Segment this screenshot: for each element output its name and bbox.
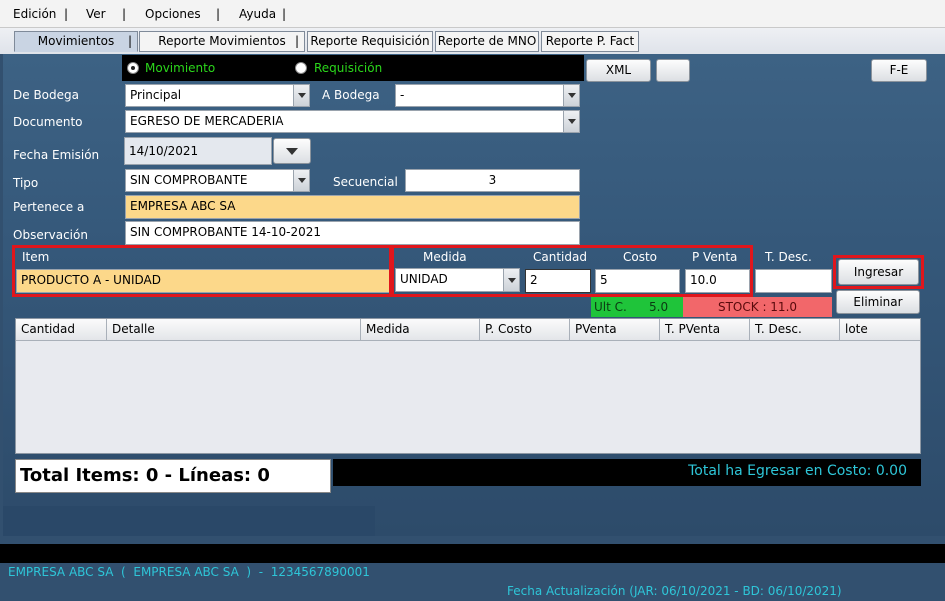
tab-separator: |: [127, 34, 132, 48]
tab-reporte-movimientos[interactable]: Reporte Movimientos |: [139, 31, 305, 52]
tab-reporte-p-fact[interactable]: Reporte P. Fact: [541, 31, 639, 52]
documento-select[interactable]: EGRESO DE MERCADERIA: [125, 110, 580, 133]
footer-strip: [3, 506, 375, 536]
column-header[interactable]: T. Desc.: [750, 319, 840, 341]
radio-requisicion[interactable]: [295, 62, 307, 74]
total-cost-label: Total ha Egresar en Costo: 0.00: [688, 463, 907, 479]
ult-costo-indicator: Ult C. 5.0: [591, 297, 683, 317]
radio-movimiento-label: Movimiento: [145, 61, 216, 75]
observacion-label: Observación: [13, 228, 88, 242]
documento-label: Documento: [13, 115, 83, 129]
documento-value: EGRESO DE MERCADERIA: [130, 114, 284, 128]
tab-separator: |: [294, 34, 299, 48]
tab-label: Reporte P. Fact: [545, 34, 635, 48]
radio-movimiento[interactable]: [127, 62, 139, 74]
stock-indicator: STOCK : 11.0: [683, 297, 832, 317]
secuencial-label: Secuencial: [333, 175, 398, 189]
column-header[interactable]: Cantidad: [16, 319, 107, 341]
secuencial-field[interactable]: 3: [405, 169, 580, 192]
tdesc-field[interactable]: [755, 269, 832, 293]
tab-bar: Movimientos | Reporte Movimientos | Repo…: [0, 28, 945, 54]
column-header[interactable]: T. PVenta: [660, 319, 750, 341]
a-bodega-value: -: [400, 88, 405, 102]
pertenece-field[interactable]: EMPRESA ABC SA: [125, 195, 580, 219]
tab-label: Movimientos: [37, 34, 115, 48]
de-bodega-value: Principal: [130, 88, 182, 102]
radio-requisicion-label: Requisición: [314, 61, 383, 75]
menu-ver[interactable]: Ver: [86, 7, 106, 21]
highlight-qty-box: [391, 245, 753, 297]
column-header[interactable]: Detalle: [107, 319, 361, 341]
total-cost-bar: Total ha Egresar en Costo: 0.00: [333, 459, 921, 486]
chevron-down-icon: [286, 147, 298, 155]
menu-separator: |: [216, 7, 221, 21]
menu-ayuda[interactable]: Ayuda: [239, 7, 276, 21]
highlight-item-box: [12, 245, 392, 297]
column-header[interactable]: PVenta: [570, 319, 660, 341]
menu-separator: |: [122, 7, 127, 21]
fecha-emision-label: Fecha Emisión: [13, 148, 100, 162]
tab-reporte-requisicion[interactable]: Reporte Requisición: [307, 31, 433, 52]
tab-reporte-mno[interactable]: Reporte de MNO: [435, 31, 539, 52]
menu-opciones[interactable]: Opciones: [145, 7, 201, 21]
pertenece-label: Pertenece a: [13, 200, 85, 214]
eliminar-button[interactable]: Eliminar: [836, 290, 920, 314]
tab-movimientos[interactable]: Movimientos |: [14, 31, 138, 52]
status-bar: EMPRESA ABC SA ( EMPRESA ABC SA ) - 1234…: [0, 544, 945, 598]
status-company: EMPRESA ABC SA ( EMPRESA ABC SA ) - 1234…: [8, 565, 370, 579]
de-bodega-select[interactable]: Principal: [125, 84, 310, 107]
blank-button[interactable]: [656, 59, 690, 82]
ult-c-value: 5.0: [649, 300, 669, 314]
tipo-label: Tipo: [13, 176, 39, 190]
fecha-emision-field[interactable]: 14/10/2021: [124, 137, 272, 165]
menu-bar: Edición | Ver | Opciones | Ayuda |: [0, 0, 945, 28]
menu-edicion[interactable]: Edición: [13, 7, 56, 21]
highlight-ingresar-box: [833, 255, 924, 289]
tab-label: Reporte Requisición: [310, 34, 430, 48]
chevron-down-icon[interactable]: [563, 111, 579, 132]
tipo-select[interactable]: SIN COMPROBANTE: [125, 169, 310, 192]
a-bodega-select[interactable]: -: [395, 84, 580, 107]
mode-radio-group: Movimiento Requisición: [122, 55, 584, 81]
chevron-down-icon[interactable]: [293, 170, 309, 191]
tab-label: Reporte Movimientos: [158, 34, 286, 48]
column-header[interactable]: P. Costo: [480, 319, 570, 341]
total-items-label: Total Items: 0 - Líneas: 0: [15, 459, 331, 493]
menu-separator: |: [282, 7, 287, 21]
date-picker-button[interactable]: [273, 138, 311, 164]
xml-button[interactable]: XML: [586, 59, 651, 82]
tab-label: Reporte de MNO: [437, 34, 537, 48]
status-update-date: Fecha Actualización (JAR: 06/10/2021 - B…: [507, 584, 842, 598]
de-bodega-label: De Bodega: [13, 88, 79, 102]
fe-button[interactable]: F-E: [871, 59, 927, 82]
menu-separator: |: [64, 7, 69, 21]
items-table[interactable]: Cantidad Detalle Medida P. Costo PVenta …: [15, 318, 921, 454]
observacion-field[interactable]: SIN COMPROBANTE 14-10-2021: [125, 221, 580, 245]
a-bodega-label: A Bodega: [322, 88, 380, 102]
chevron-down-icon[interactable]: [563, 85, 579, 106]
column-header[interactable]: lote: [840, 319, 920, 341]
ult-c-label: Ult C.: [594, 300, 627, 314]
tdesc-label: T. Desc.: [765, 250, 812, 264]
chevron-down-icon[interactable]: [293, 85, 309, 106]
column-header[interactable]: Medida: [361, 319, 480, 341]
tipo-value: SIN COMPROBANTE: [130, 173, 248, 187]
